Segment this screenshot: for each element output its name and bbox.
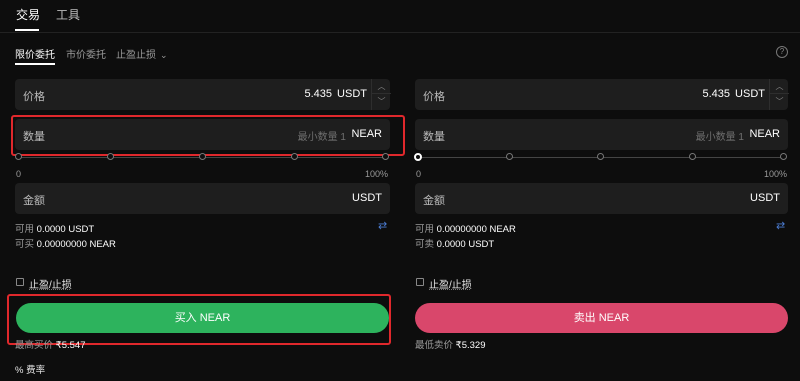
- sell-slider-dot-25[interactable]: [506, 153, 513, 160]
- sell-tpsl-label[interactable]: 止盈/止损: [429, 276, 472, 291]
- sell-slider-dot-75[interactable]: [689, 153, 696, 160]
- sell-amount-unit: USDT: [750, 192, 780, 204]
- sell-max-label: 可卖: [415, 239, 435, 250]
- sell-tpsl-checkbox[interactable]: [416, 278, 424, 286]
- fee-rate-label: 费率: [26, 365, 46, 376]
- buy-slider-dot-0[interactable]: [15, 153, 22, 160]
- buy-near-button[interactable]: 买入 NEAR: [16, 303, 389, 333]
- sell-quantity-input[interactable]: 数量 最小数量 1 NEAR: [415, 119, 788, 150]
- caret-down-icon[interactable]: ﹀: [372, 94, 391, 109]
- sell-slider-dot-50[interactable]: [597, 153, 604, 160]
- help-icon[interactable]: ?: [776, 46, 788, 58]
- tab-trade[interactable]: 交易: [16, 6, 40, 23]
- sell-price-input[interactable]: 价格 5.435 USDT ︿ ﹀: [415, 79, 789, 110]
- sell-slider-dot-0[interactable]: [414, 153, 422, 161]
- tab-tpsl-label: 止盈止损: [116, 50, 156, 61]
- fee-rate[interactable]: % 费率: [15, 362, 45, 376]
- buy-amount-label: 金额: [23, 195, 45, 207]
- sell-available: 可用 0.00000000 NEAR: [415, 221, 516, 235]
- percent-icon: %: [15, 365, 24, 376]
- sell-available-value: 0.00000000 NEAR: [436, 224, 516, 235]
- sell-near-button[interactable]: 卖出 NEAR: [415, 303, 788, 333]
- active-tab-indicator: [15, 29, 39, 31]
- buy-available-value: 0.0000 USDT: [36, 224, 95, 235]
- buy-quantity-label: 数量: [23, 131, 45, 143]
- caret-up-icon[interactable]: ︿: [770, 79, 789, 94]
- caret-up-icon[interactable]: ︿: [372, 79, 391, 94]
- tab-limit-order[interactable]: 限价委托: [15, 46, 55, 61]
- sell-max-value: 0.0000 USDT: [436, 239, 495, 250]
- sell-available-label: 可用: [415, 224, 435, 235]
- caret-down-icon[interactable]: ﹀: [770, 94, 789, 109]
- buy-slider-dot-50[interactable]: [199, 153, 206, 160]
- swap-icon[interactable]: ⇄: [776, 219, 785, 232]
- buy-available-label: 可用: [15, 224, 35, 235]
- sell-slider-min: 0: [416, 169, 422, 179]
- tab-market-order[interactable]: 市价委托: [66, 46, 106, 61]
- buy-slider-min: 0: [16, 169, 22, 179]
- buy-best-price-label: 最高买价: [15, 340, 54, 351]
- sell-price-label: 价格: [423, 91, 445, 103]
- buy-max: 可买 0.00000000 NEAR: [15, 236, 116, 250]
- buy-tpsl-label[interactable]: 止盈/止损: [29, 276, 72, 291]
- sell-quantity-label: 数量: [423, 131, 445, 143]
- sell-slider-dot-100[interactable]: [780, 153, 787, 160]
- buy-max-label: 可买: [15, 239, 35, 250]
- buy-slider-dot-100[interactable]: [382, 153, 389, 160]
- buy-quantity-input[interactable]: 数量 最小数量 1 NEAR: [15, 119, 390, 150]
- buy-amount-unit: USDT: [352, 192, 382, 204]
- buy-max-value: 0.00000000 NEAR: [36, 239, 116, 250]
- sell-max: 可卖 0.0000 USDT: [415, 236, 494, 250]
- buy-price-input[interactable]: 价格 5.435 USDT ︿ ﹀: [15, 79, 391, 110]
- sell-price-unit: USDT: [735, 88, 765, 100]
- tab-tpsl-order[interactable]: 止盈止损 ⌄: [116, 46, 168, 61]
- swap-icon[interactable]: ⇄: [378, 219, 387, 232]
- sell-price-stepper: ︿ ﹀: [769, 79, 789, 110]
- buy-slider-dot-25[interactable]: [107, 153, 114, 160]
- sell-slider-max: 100%: [764, 169, 788, 179]
- header-divider: [0, 32, 800, 33]
- buy-slider-max: 100%: [365, 169, 389, 179]
- sell-quantity-unit: NEAR: [749, 128, 780, 140]
- buy-best-price: 最高买价 ₹5.547: [15, 337, 85, 351]
- sell-amount-input[interactable]: 金额 USDT: [415, 183, 788, 214]
- tab-tools[interactable]: 工具: [56, 6, 80, 23]
- buy-best-price-value: ₹5.547: [55, 340, 86, 351]
- buy-price-label: 价格: [23, 91, 45, 103]
- buy-price-unit: USDT: [337, 88, 367, 100]
- buy-amount-input[interactable]: 金额 USDT: [15, 183, 390, 214]
- sell-quantity-placeholder: 最小数量 1: [695, 132, 744, 143]
- chevron-down-icon: ⌄: [160, 50, 168, 60]
- buy-quantity-placeholder: 最小数量 1: [297, 132, 346, 143]
- sell-best-price: 最低卖价 ₹5.329: [415, 337, 485, 351]
- sell-price-value: 5.435: [702, 88, 730, 100]
- buy-quantity-unit: NEAR: [351, 128, 382, 140]
- sell-best-price-value: ₹5.329: [455, 340, 486, 351]
- sell-amount-label: 金额: [423, 195, 445, 207]
- buy-price-value: 5.435: [304, 88, 332, 100]
- buy-available: 可用 0.0000 USDT: [15, 221, 94, 235]
- buy-slider-dot-75[interactable]: [291, 153, 298, 160]
- buy-price-stepper: ︿ ﹀: [371, 79, 391, 110]
- buy-tpsl-checkbox[interactable]: [16, 278, 24, 286]
- sell-best-price-label: 最低卖价: [415, 340, 454, 351]
- active-order-tab-indicator: [15, 63, 55, 65]
